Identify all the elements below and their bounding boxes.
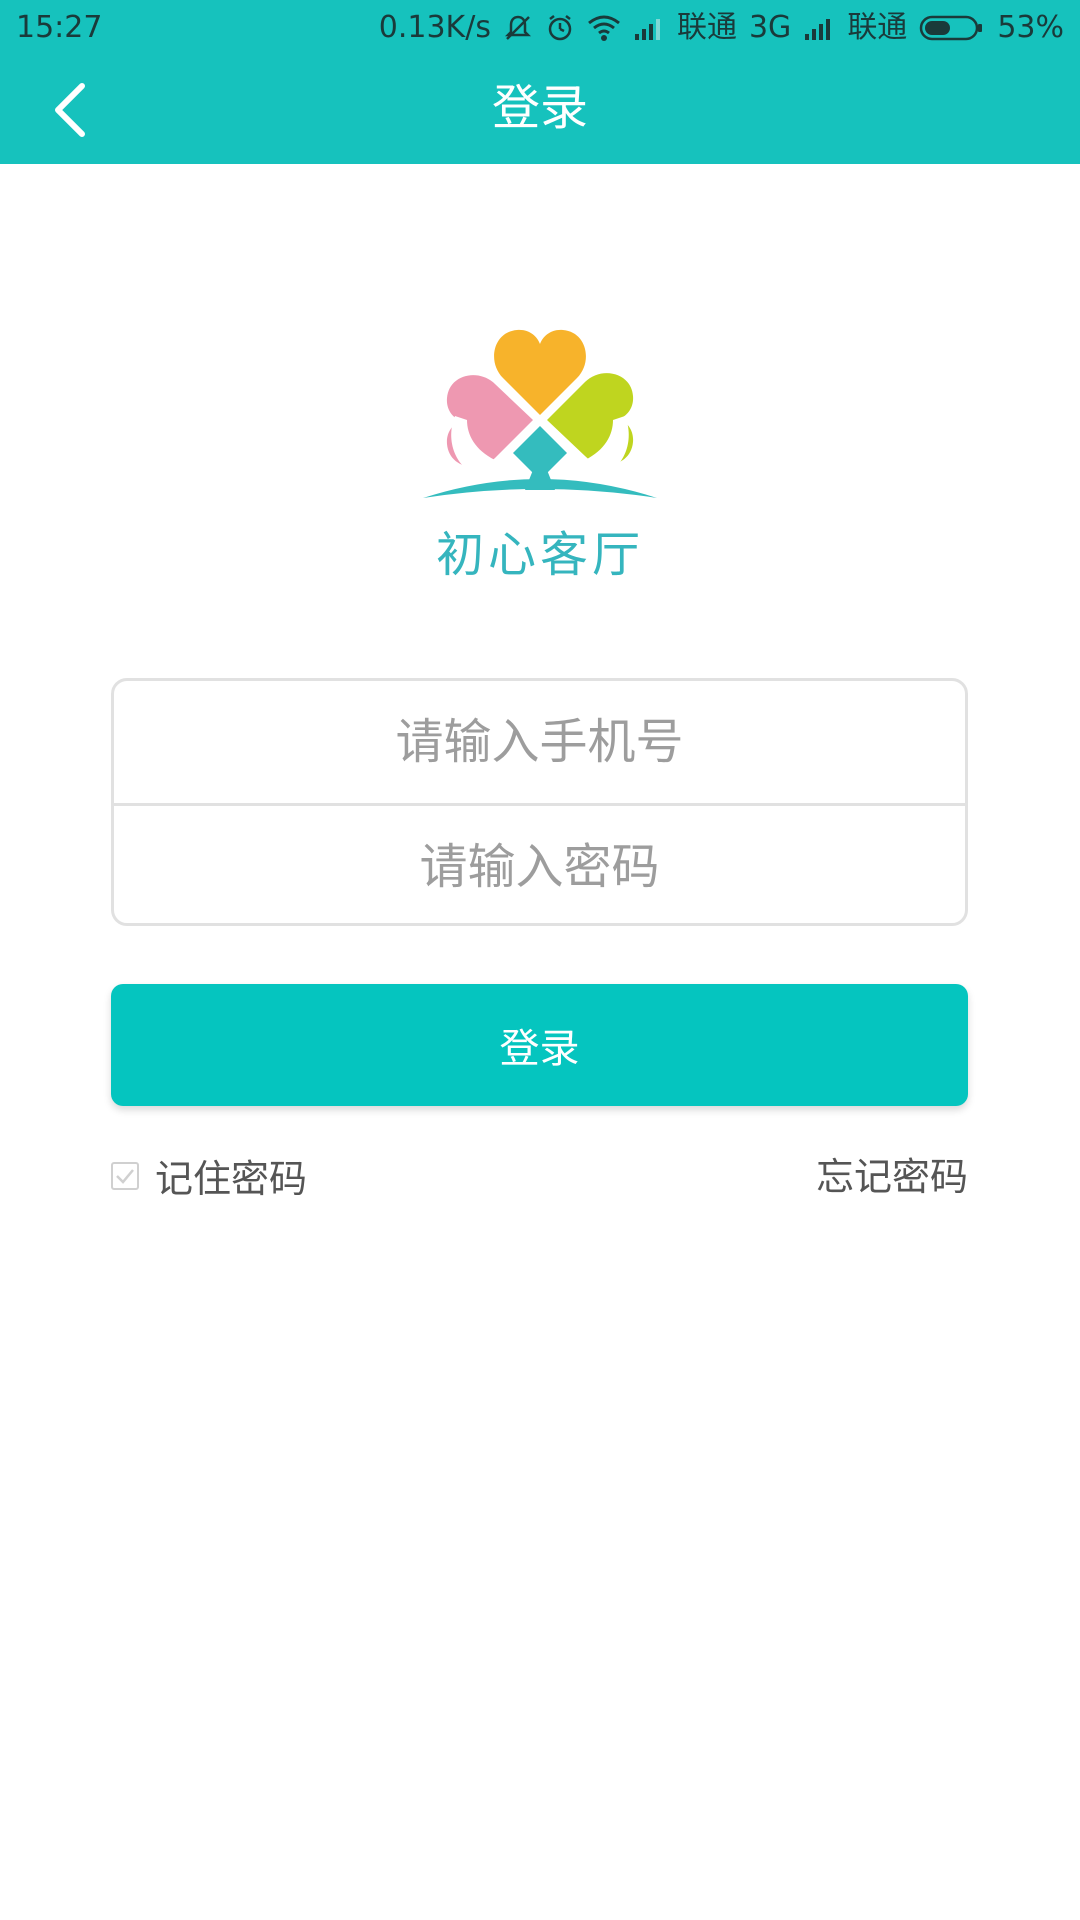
network-speed: 0.13K/s	[378, 10, 491, 45]
check-icon	[116, 1168, 134, 1184]
carrier-1: 联通	[676, 10, 737, 45]
status-bar: 15:27 0.13K/s 联通 3G 联通 53%	[0, 0, 1080, 56]
signal-icon-2	[803, 14, 835, 42]
status-time: 15:27	[16, 10, 103, 45]
mute-bell-icon	[503, 13, 533, 43]
phone-input[interactable]	[114, 681, 965, 803]
app-logo: 初心客厅	[415, 320, 665, 583]
battery-icon	[919, 13, 985, 43]
logo-text: 初心客厅	[435, 527, 644, 583]
battery-percent: 53%	[997, 10, 1064, 45]
checkbox-box[interactable]	[111, 1161, 139, 1190]
remember-password-label: 记住密码	[155, 1157, 308, 1201]
status-right: 0.13K/s 联通 3G 联通 53%	[379, 10, 1064, 46]
app-header: 15:27 0.13K/s 联通 3G 联通 53% 登录	[0, 0, 1080, 164]
title-bar: 登录	[0, 56, 1080, 164]
page-title: 登录	[491, 80, 588, 136]
clover-heart-logo-icon	[423, 329, 657, 498]
wifi-icon	[587, 13, 621, 43]
login-form	[111, 678, 968, 928]
login-button[interactable]: 登录	[111, 984, 968, 1106]
alarm-icon	[545, 13, 575, 43]
network-type: 3G	[748, 10, 792, 45]
signal-icon	[633, 14, 665, 42]
forgot-password-link[interactable]: 忘记密码	[816, 1146, 968, 1201]
carrier-2: 联通	[847, 10, 908, 45]
password-input[interactable]	[114, 806, 965, 928]
remember-password-checkbox[interactable]: 记住密码	[111, 1148, 307, 1203]
